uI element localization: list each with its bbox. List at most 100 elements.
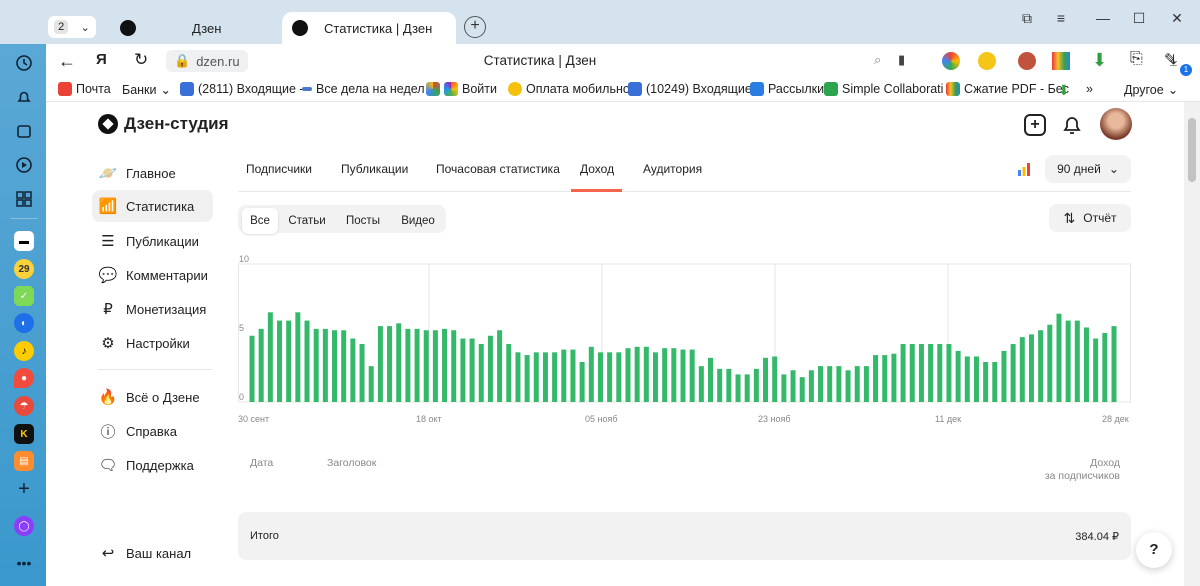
bookmark-panel-icon[interactable]: ⧉ [1014, 10, 1040, 30]
download-arrow-icon: ⬇ [1058, 82, 1070, 98]
notifications-icon[interactable] [1062, 114, 1082, 141]
tab-subscribers[interactable]: Подписчики [246, 162, 312, 176]
tab-audience[interactable]: Аудитория [643, 162, 702, 176]
extension-download-icon[interactable]: ⬇ [1092, 50, 1107, 71]
nav-publications[interactable]: ☰ Публикации [92, 225, 214, 257]
filter-posts[interactable]: Посты [338, 208, 388, 234]
period-select[interactable]: 90 дней ⌄ [1045, 155, 1131, 183]
umbrella-app-icon[interactable]: ☂ [14, 396, 34, 416]
col-income-header[interactable]: Доход за подписчиков [1006, 457, 1120, 483]
bookmarks-overflow-icon[interactable]: » [1086, 82, 1093, 96]
bookmark-download[interactable]: ⬇ [1058, 82, 1070, 99]
alice-app-icon[interactable]: ◯ [14, 516, 34, 536]
bookmark-inbox-2[interactable]: (10249) Входящие [628, 82, 752, 96]
flower-icon [444, 82, 458, 96]
reload-icon[interactable]: ↻ [134, 50, 148, 70]
bookmark-icon[interactable]: ▮ [898, 52, 905, 68]
bell-icon[interactable] [11, 84, 37, 110]
history-icon[interactable] [11, 50, 37, 76]
col-title-header[interactable]: Заголовок [327, 457, 376, 469]
nav-label: Всё о Дзене [126, 389, 200, 405]
downloads-badge: 1 [1180, 64, 1192, 76]
bookmark-simple[interactable]: Simple Collaborati [824, 82, 943, 96]
minimize-button[interactable]: — [1090, 10, 1116, 30]
maximize-button[interactable]: ☐ [1126, 10, 1152, 30]
chart-bar [1010, 344, 1016, 402]
bookmark-other[interactable]: Другое ⌄ [1124, 82, 1178, 98]
stack-icon: ☰ [101, 233, 115, 250]
create-button[interactable]: + [1024, 114, 1046, 136]
tab-dzen[interactable]: Дзен [114, 12, 280, 44]
nav-about-dzen[interactable]: 🔥 Всё о Дзене [92, 381, 214, 413]
chart-bar [634, 346, 640, 402]
extension-3-icon[interactable] [1018, 52, 1036, 70]
back-icon[interactable]: ← [58, 51, 76, 72]
nav-help[interactable]: ⓘ Справка [92, 415, 214, 447]
market-app-icon[interactable]: ▤ [14, 451, 34, 471]
bookmark-tasks[interactable]: Все дела на недел [302, 82, 425, 96]
close-button[interactable]: ✕ [1164, 10, 1190, 30]
tab-income[interactable]: Доход [580, 162, 614, 176]
nav-support[interactable]: 🗨 Поддержка [92, 449, 214, 481]
tab-count-button[interactable]: 2 ⌄ [48, 16, 96, 38]
new-tab-button[interactable]: + [464, 16, 486, 38]
help-button[interactable]: ? [1136, 532, 1172, 568]
downloads-icon[interactable]: ⤓ [1170, 52, 1177, 70]
tasks-icon [302, 87, 312, 91]
calendar-app-icon[interactable]: 29 [14, 259, 34, 279]
tab-hourly[interactable]: Почасовая статистика [436, 162, 560, 176]
nav-main[interactable]: 🪐 Главное [92, 157, 214, 189]
tab-publications[interactable]: Публикации [341, 162, 408, 176]
bookmark-mail[interactable]: Почта [58, 82, 111, 96]
page-scrollbar[interactable] [1184, 102, 1200, 586]
collections-icon[interactable] [11, 118, 37, 144]
chart-bar [753, 368, 759, 402]
add-app-icon[interactable]: + [11, 476, 37, 502]
chart-bar [460, 338, 466, 402]
bookmark-newsletters[interactable]: Рассылки [750, 82, 824, 96]
col-date-header[interactable]: Дата [250, 457, 273, 469]
bookmark-banks[interactable]: Банки ⌄ [122, 82, 171, 98]
check-app-icon[interactable]: ✓ [14, 286, 34, 306]
chart-bar [607, 352, 613, 402]
tab-statistics[interactable]: Статистика | Дзен [282, 12, 456, 44]
menu-icon[interactable]: ≡ [1048, 10, 1074, 30]
more-icon[interactable]: ••• [11, 550, 37, 576]
ruble-icon: ₽ [103, 301, 113, 318]
yandex-icon[interactable]: Я [96, 51, 107, 68]
maps-app-icon[interactable]: ● [14, 368, 34, 388]
nav-back-to-channel[interactable]: ↩ Ваш канал [92, 537, 214, 569]
chart-bar [992, 361, 998, 402]
bookmark-inbox-1[interactable]: (2811) Входящие - [180, 82, 304, 96]
bookmark-payment[interactable]: Оплата мобильно [508, 82, 630, 96]
extension-4-icon[interactable] [1052, 52, 1070, 70]
browser-app-icon[interactable]: ◐ [14, 313, 34, 333]
nav-comments[interactable]: 💬 Комментарии [92, 259, 214, 291]
extension-2-icon[interactable] [978, 52, 996, 70]
url-field[interactable]: 🔒 dzen.ru [166, 50, 248, 72]
play-icon[interactable] [11, 152, 37, 178]
filter-articles[interactable]: Статьи [284, 208, 330, 234]
user-avatar[interactable] [1100, 108, 1132, 140]
scrollbar-thumb[interactable] [1188, 118, 1196, 182]
nav-monetization[interactable]: ₽ Монетизация [92, 293, 214, 325]
filter-video[interactable]: Видео [396, 208, 440, 234]
kinopoisk-app-icon[interactable]: K [14, 424, 34, 444]
nav-statistics[interactable]: 📶 Статистика [92, 190, 213, 222]
extension-1-icon[interactable] [942, 52, 960, 70]
bookmark-login[interactable]: Войти [426, 82, 497, 96]
bookmark-pdf[interactable]: Сжатие PDF - Бес [946, 82, 1069, 96]
filter-all[interactable]: Все [242, 208, 278, 234]
chart-type-icon[interactable] [1017, 162, 1031, 181]
music-app-icon[interactable]: ♪ [14, 341, 34, 361]
search-icon[interactable]: ⌕ [874, 52, 881, 68]
terminal-app-icon[interactable]: ▬ [14, 231, 34, 251]
extension-5-icon[interactable]: ⎘ [1130, 50, 1143, 68]
chart-bar [671, 348, 677, 402]
dzen-favicon-icon [120, 20, 136, 36]
report-button[interactable]: ⇅ Отчёт [1049, 204, 1131, 232]
apps-icon[interactable] [11, 186, 37, 212]
studio-logo[interactable]: Дзен-студия [98, 114, 229, 134]
nav-settings[interactable]: ⚙ Настройки [92, 327, 214, 359]
chart-bar [542, 352, 548, 402]
